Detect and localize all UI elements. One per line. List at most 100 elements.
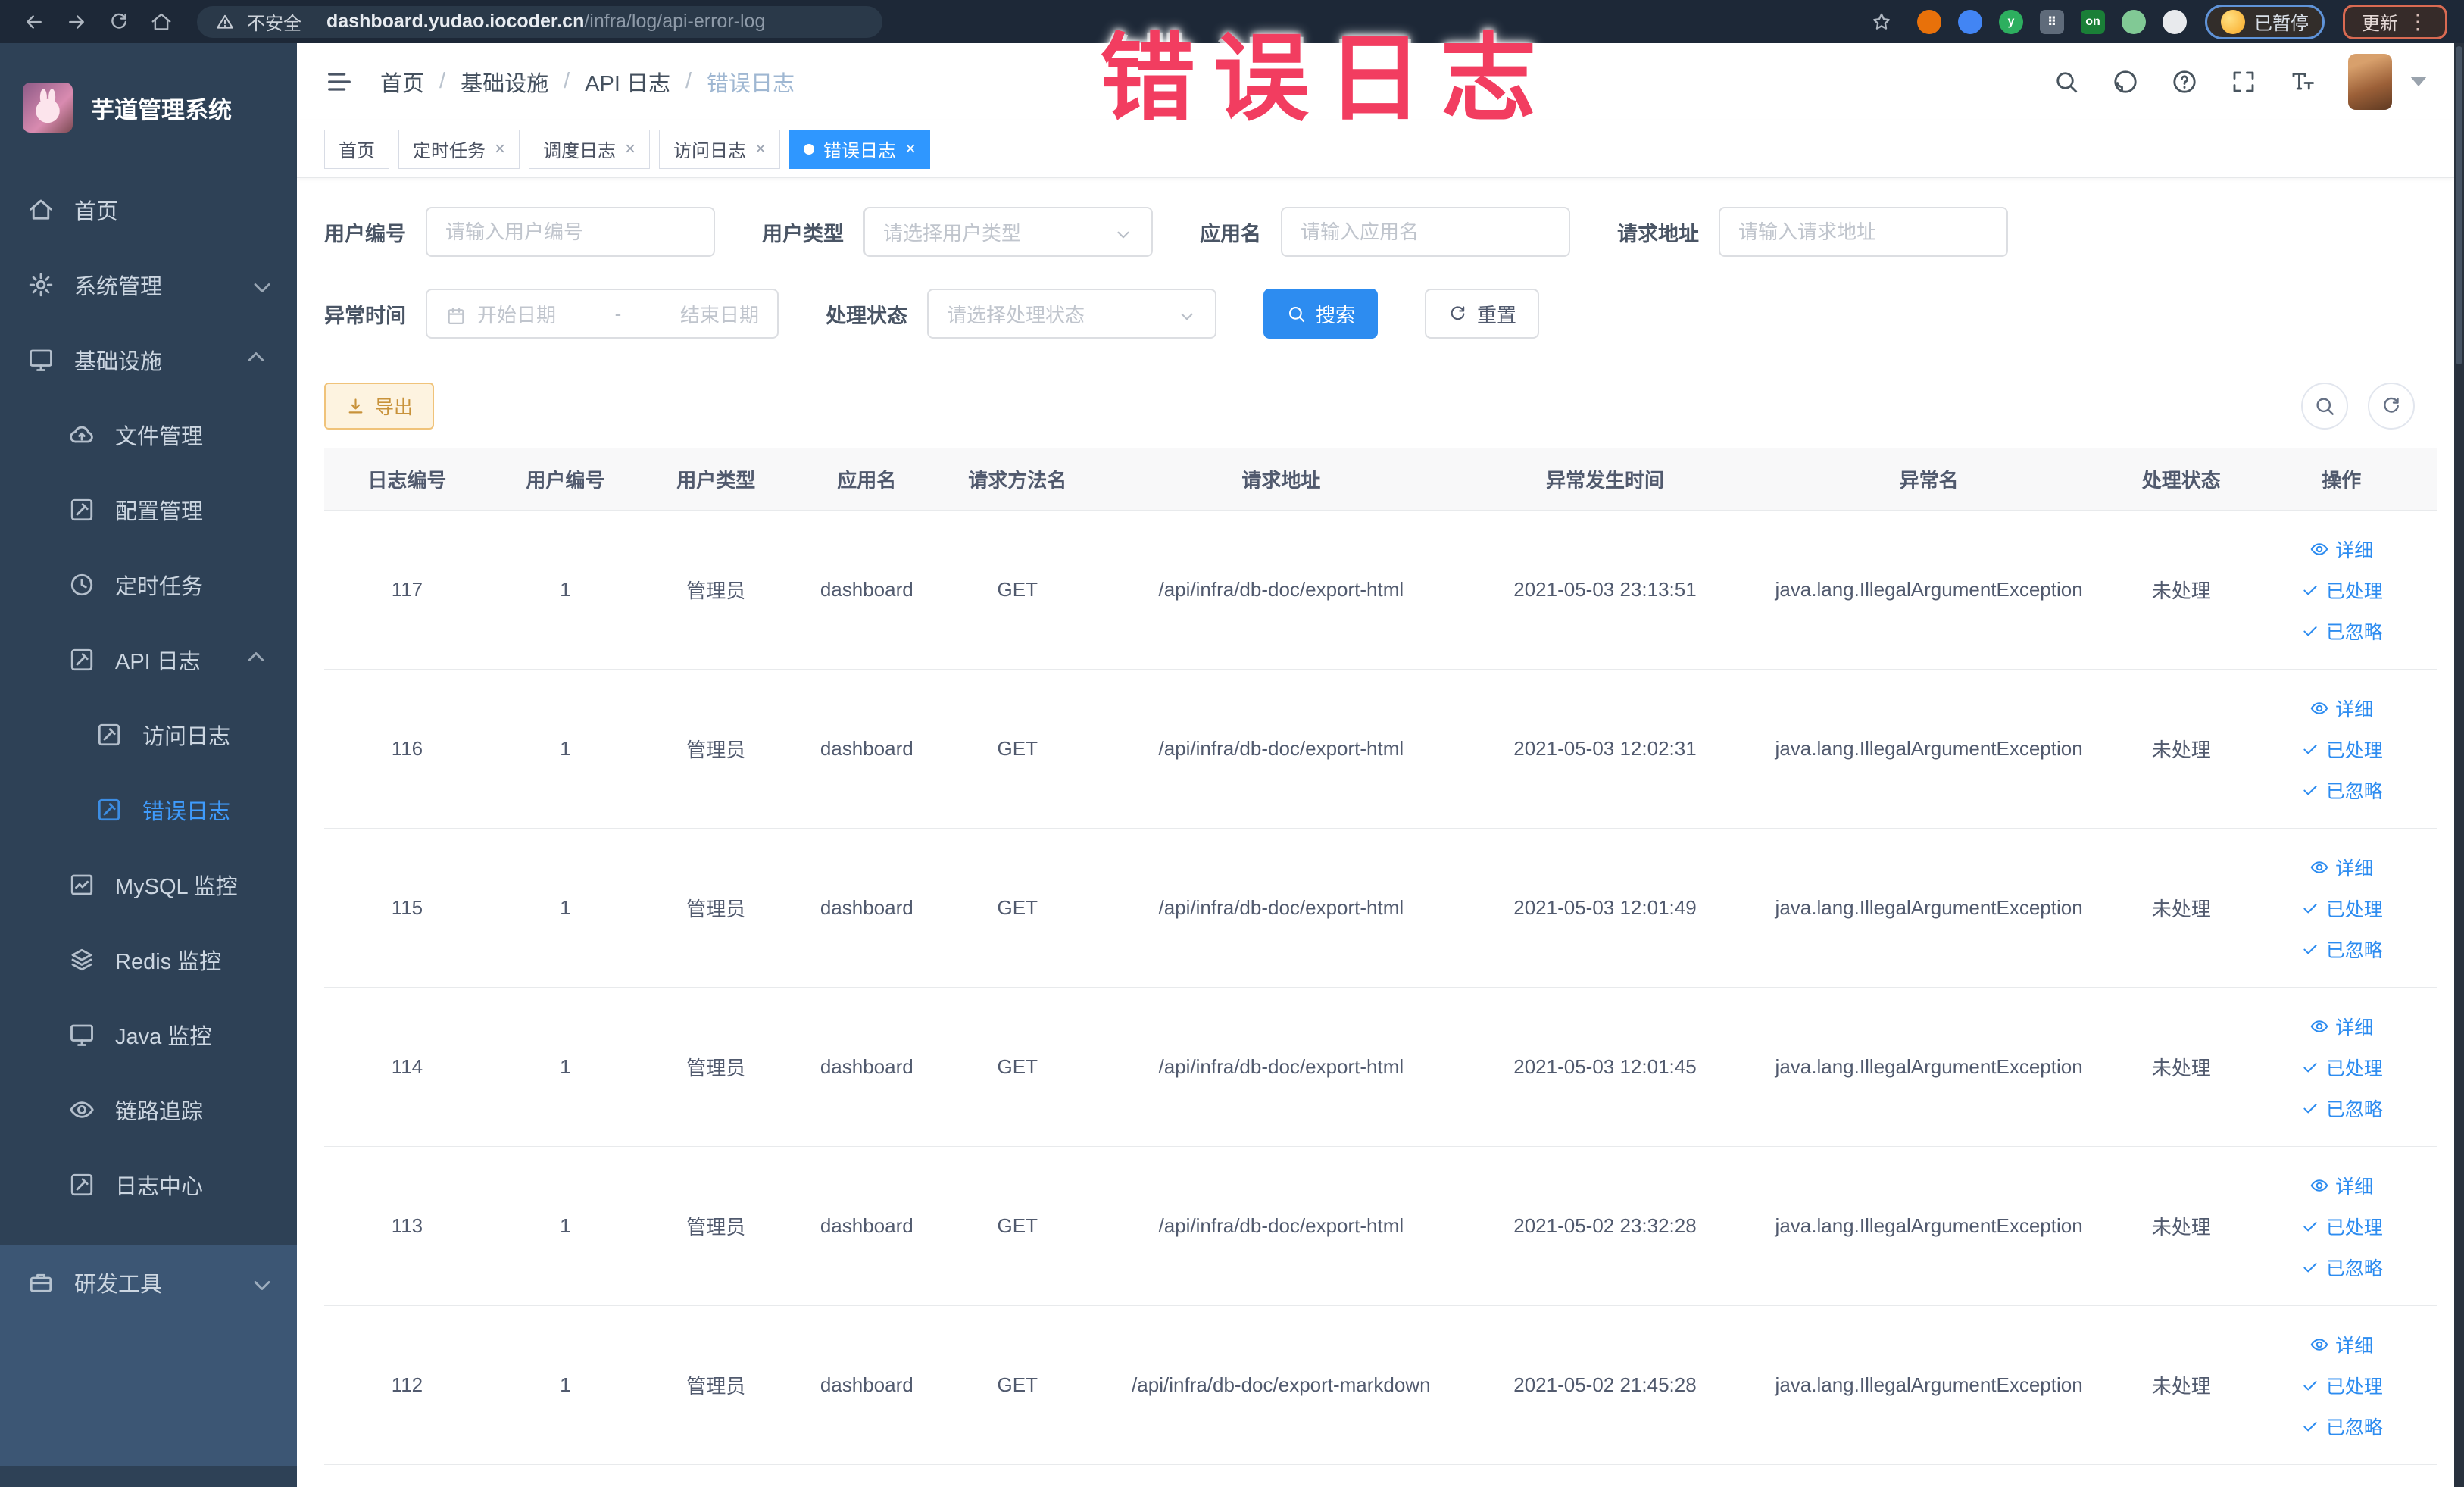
mark-ignored-link[interactable]: 已忽略 bbox=[2300, 1254, 2383, 1281]
cell-user_id: 1 bbox=[560, 896, 571, 919]
tab-item[interactable]: 首页 bbox=[324, 129, 389, 169]
detail-link[interactable]: 详细 bbox=[2309, 1172, 2373, 1199]
browser-scrollbar[interactable] bbox=[2454, 43, 2464, 1487]
fullscreen-icon[interactable] bbox=[2230, 68, 2257, 95]
cell-time: 2021-05-02 23:32:28 bbox=[1513, 1214, 1697, 1237]
close-tab-icon[interactable]: × bbox=[905, 139, 916, 158]
close-tab-icon[interactable]: × bbox=[495, 139, 505, 158]
chevron-down-icon bbox=[248, 1272, 270, 1293]
mark-ignored-link[interactable]: 已忽略 bbox=[2300, 936, 2383, 963]
export-button[interactable]: 导出 bbox=[324, 383, 435, 430]
sidebar-item[interactable]: 配置管理 bbox=[0, 472, 297, 547]
sidebar-item[interactable]: 日志中心 bbox=[0, 1147, 297, 1222]
paused-badge[interactable]: 已暂停 bbox=[2205, 4, 2325, 39]
calendar-icon bbox=[445, 303, 467, 325]
browser-toolbar: 不安全 dashboard.yudao.iocoder.cn/infra/log… bbox=[0, 0, 2464, 43]
user-type-select[interactable]: 请选择用户类型 bbox=[863, 207, 1153, 257]
ext-white-star-icon[interactable] bbox=[2163, 9, 2187, 34]
sidebar-item[interactable]: 基础设施 bbox=[0, 322, 297, 397]
mark-ignored-link[interactable]: 已忽略 bbox=[2300, 617, 2383, 645]
ext-on-toggle-icon[interactable]: on bbox=[2081, 9, 2105, 34]
reload-icon[interactable] bbox=[101, 5, 136, 39]
user-id-input[interactable] bbox=[426, 207, 715, 257]
tab-item[interactable]: 访问日志 × bbox=[659, 129, 781, 169]
ext-green-y-icon[interactable]: y bbox=[1999, 9, 2023, 34]
sidebar-item[interactable]: 系统管理 bbox=[0, 247, 297, 322]
sidebar-item[interactable]: 访问日志 bbox=[0, 697, 297, 772]
browser-menu-icon[interactable]: ⋮ bbox=[2407, 11, 2428, 33]
mark-processed-link[interactable]: 已处理 bbox=[2300, 895, 2383, 922]
ext-green-leaf-icon[interactable] bbox=[2122, 9, 2146, 34]
user-id-label: 用户编号 bbox=[324, 222, 406, 245]
process-status-select[interactable]: 请选择处理状态 bbox=[927, 289, 1216, 339]
avatar-dropdown-caret-icon[interactable] bbox=[2410, 77, 2427, 86]
address-bar[interactable]: 不安全 dashboard.yudao.iocoder.cn/infra/log… bbox=[197, 5, 882, 38]
refresh-table-button[interactable] bbox=[2368, 383, 2415, 430]
sidebar-item[interactable]: Java 监控 bbox=[0, 997, 297, 1072]
tab-item[interactable]: 定时任务 × bbox=[398, 129, 520, 169]
extension-icons: y ⠿ on bbox=[1917, 9, 2187, 34]
breadcrumb-item[interactable]: 首页 bbox=[380, 66, 424, 98]
update-badge[interactable]: 更新 ⋮ bbox=[2343, 4, 2447, 39]
forward-icon[interactable] bbox=[59, 5, 94, 39]
sidebar-item[interactable]: 首页 bbox=[0, 172, 297, 247]
mark-processed-link[interactable]: 已处理 bbox=[2300, 736, 2383, 763]
collapse-sidebar-icon[interactable] bbox=[324, 67, 354, 97]
ext-orange-circle-icon[interactable] bbox=[1917, 9, 1941, 34]
cell-user_id: 1 bbox=[560, 1373, 571, 1396]
toggle-search-button[interactable] bbox=[2301, 383, 2348, 430]
sidebar-item[interactable]: Redis 监控 bbox=[0, 922, 297, 997]
sidebar: 芋道管理系统 首页 系统管理 基础设施 文件管理 配置管理 定时任务 API 日志 访问日志错… bbox=[0, 43, 297, 1487]
exception-time-range-picker[interactable]: 开始日期 - 结束日期 bbox=[426, 289, 779, 339]
bookmark-star-icon[interactable] bbox=[1864, 5, 1899, 39]
detail-link[interactable]: 详细 bbox=[2309, 1331, 2373, 1358]
sidebar-item[interactable]: 文件管理 bbox=[0, 397, 297, 472]
search-button[interactable]: 搜索 bbox=[1263, 289, 1379, 339]
mark-processed-link[interactable]: 已处理 bbox=[2300, 1054, 2383, 1081]
detail-link[interactable]: 详细 bbox=[2309, 854, 2373, 881]
mark-ignored-link[interactable]: 已忽略 bbox=[2300, 1413, 2383, 1440]
close-tab-icon[interactable]: × bbox=[625, 139, 636, 158]
breadcrumb-item[interactable]: 基础设施 bbox=[461, 66, 548, 98]
mark-ignored-link[interactable]: 已忽略 bbox=[2300, 776, 2383, 804]
font-size-icon[interactable] bbox=[2289, 68, 2316, 95]
breadcrumb-separator: / bbox=[439, 69, 446, 93]
mark-ignored-link[interactable]: 已忽略 bbox=[2300, 1095, 2383, 1122]
not-secure-warning-icon[interactable] bbox=[215, 12, 235, 32]
ext-blue-shield-icon[interactable] bbox=[1958, 9, 1982, 34]
tab-active[interactable]: 错误日志 × bbox=[789, 129, 931, 169]
app-name-input[interactable] bbox=[1281, 207, 1570, 257]
back-icon[interactable] bbox=[17, 5, 52, 39]
detail-link[interactable]: 详细 bbox=[2309, 695, 2373, 722]
tab-item[interactable]: 调度日志 × bbox=[529, 129, 651, 169]
cell-url: /api/infra/db-doc/export-html bbox=[1158, 737, 1404, 760]
column-header: 日志编号 bbox=[367, 469, 447, 492]
table-row: 113 1 管理员 dashboard GET/api/infra/db-doc/exp… bbox=[324, 1147, 2437, 1306]
request-url-input[interactable] bbox=[1719, 207, 2008, 257]
breadcrumb-item[interactable]: API 日志 bbox=[585, 66, 670, 98]
close-tab-icon[interactable]: × bbox=[755, 139, 766, 158]
search-icon[interactable] bbox=[2053, 68, 2080, 95]
sidebar-item[interactable]: 定时任务 bbox=[0, 547, 297, 622]
help-icon[interactable] bbox=[2171, 68, 2198, 95]
avatar[interactable] bbox=[2348, 53, 2392, 110]
sidebar-item[interactable]: MySQL 监控 bbox=[0, 847, 297, 922]
ext-grid-icon[interactable]: ⠿ bbox=[2040, 9, 2064, 34]
detail-link[interactable]: 详细 bbox=[2309, 536, 2373, 563]
detail-link[interactable]: 详细 bbox=[2309, 1013, 2373, 1040]
sidebar-item[interactable]: 研发工具 bbox=[0, 1245, 297, 1320]
mark-processed-link[interactable]: 已处理 bbox=[2300, 576, 2383, 604]
logo-rabbit-icon bbox=[23, 83, 73, 133]
sidebar-item[interactable]: 链路追踪 bbox=[0, 1072, 297, 1147]
app-logo[interactable]: 芋道管理系统 bbox=[0, 43, 297, 172]
cell-id: 114 bbox=[391, 1055, 423, 1078]
tags-view: 首页 定时任务 × 调度日志 × 访问日志 × 错误日志 × bbox=[297, 120, 2454, 178]
cell-app: dashboard bbox=[820, 737, 913, 760]
sidebar-item[interactable]: 错误日志 bbox=[0, 772, 297, 847]
reset-button[interactable]: 重置 bbox=[1425, 289, 1540, 339]
sidebar-item[interactable]: API 日志 bbox=[0, 622, 297, 697]
mark-processed-link[interactable]: 已处理 bbox=[2300, 1372, 2383, 1399]
github-icon[interactable] bbox=[2112, 68, 2139, 95]
mark-processed-link[interactable]: 已处理 bbox=[2300, 1213, 2383, 1240]
home-icon[interactable] bbox=[144, 5, 179, 39]
